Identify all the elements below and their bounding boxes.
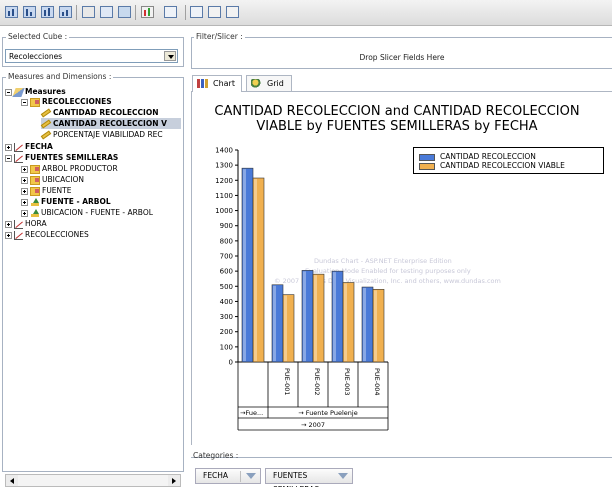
y-tick-label: 500 bbox=[220, 283, 233, 291]
y-tick-label: 700 bbox=[220, 253, 233, 261]
bar-highlight bbox=[273, 285, 276, 361]
group-label: →Fue... bbox=[240, 409, 263, 417]
bar-highlight bbox=[243, 169, 246, 361]
y-tick-label: 600 bbox=[220, 268, 233, 276]
category-field-fuentes[interactable]: FUENTES SEMILLERAS bbox=[265, 468, 353, 487]
bar-highlight bbox=[333, 272, 336, 361]
y-tick-label: 1100 bbox=[215, 192, 233, 200]
bar-highlight bbox=[284, 295, 287, 361]
bar-chart: 0 100 200 300 400 500 600 700 800 900 1000 1100 1200… bbox=[215, 147, 389, 431]
x-tick-label: PUE-003 bbox=[343, 368, 351, 396]
legend-item: CANTIDAD RECOLECCION bbox=[419, 152, 536, 161]
bar-highlight bbox=[344, 283, 347, 361]
legend-swatch bbox=[419, 162, 435, 170]
y-tick-label: 200 bbox=[220, 328, 233, 336]
x-tick-label: PUE-001 bbox=[283, 368, 291, 396]
legend-item: CANTIDAD RECOLECCION VIABLE bbox=[419, 161, 565, 170]
y-tick-label: 300 bbox=[220, 313, 233, 321]
y-tick-label: 1200 bbox=[215, 177, 233, 185]
y-tick-label: 400 bbox=[220, 298, 233, 306]
field-separator bbox=[240, 471, 241, 482]
filter-dropdown-icon[interactable] bbox=[338, 473, 348, 479]
bar-highlight bbox=[374, 290, 377, 361]
y-tick-label: 1300 bbox=[215, 162, 233, 170]
group-label: → Fuente Puelenje bbox=[298, 409, 357, 417]
y-tick-label: 1000 bbox=[215, 207, 233, 215]
legend-label: CANTIDAD RECOLECCION VIABLE bbox=[440, 161, 565, 170]
category-field-fecha[interactable]: FECHA bbox=[195, 468, 261, 484]
filter-dropdown-icon[interactable] bbox=[246, 473, 256, 479]
y-tick-label: 1400 bbox=[215, 147, 233, 155]
category-field-label: FUENTES SEMILLERAS bbox=[273, 471, 319, 487]
chart-legend: CANTIDAD RECOLECCION CANTIDAD RECOLECCIO… bbox=[413, 147, 604, 174]
group-label: → 2007 bbox=[301, 421, 325, 429]
x-tick-label: PUE-002 bbox=[313, 368, 321, 396]
legend-swatch bbox=[419, 153, 435, 161]
bar-highlight bbox=[254, 179, 257, 361]
categories-divider bbox=[191, 457, 612, 458]
bar-highlight bbox=[303, 271, 306, 361]
y-tick-label: 900 bbox=[220, 222, 233, 230]
y-tick-label: 100 bbox=[220, 343, 233, 351]
legend-label: CANTIDAD RECOLECCION bbox=[440, 152, 536, 161]
bar-highlight bbox=[314, 275, 317, 361]
x-tick-label: PUE-004 bbox=[373, 368, 381, 396]
bar-highlight bbox=[363, 288, 366, 361]
category-field-label: FECHA bbox=[203, 471, 229, 480]
y-tick-label: 0 bbox=[229, 359, 233, 367]
y-tick-label: 800 bbox=[220, 237, 233, 245]
categories-label: Categories : bbox=[193, 451, 239, 460]
